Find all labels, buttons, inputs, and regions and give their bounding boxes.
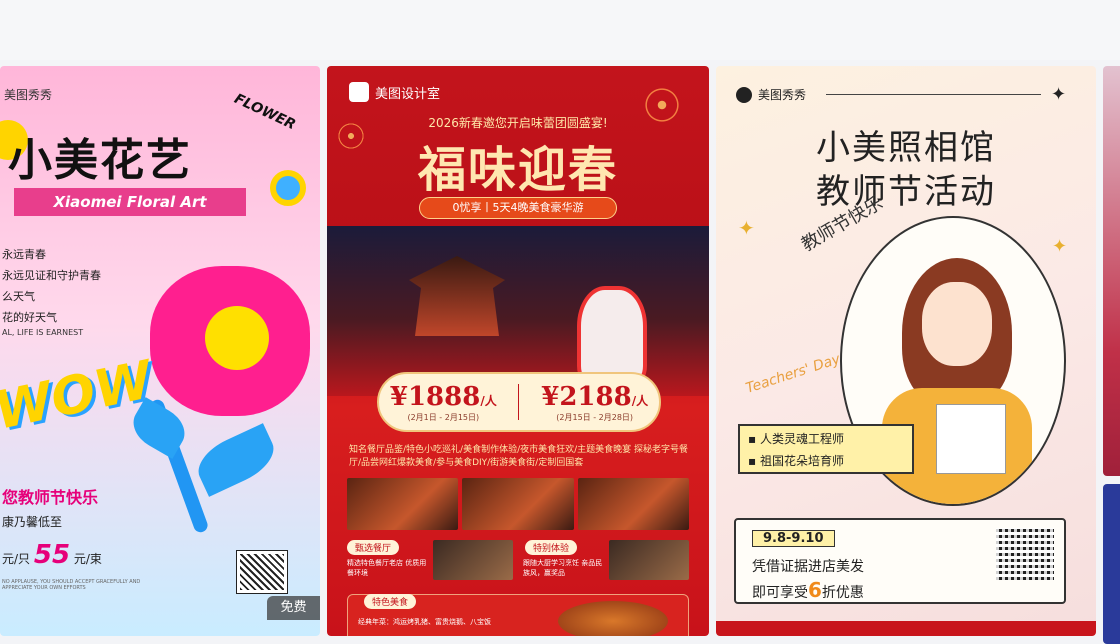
qr-code [996,528,1054,580]
template-card-partial[interactable] [1103,484,1120,644]
price-suffix: 元/束 [73,552,102,566]
info-line-2: 即可享受6折优惠 [752,578,864,602]
restaurant-thumb [433,540,513,580]
divider [518,384,520,420]
price-bar: ¥1888/人 (2月1日 - 2月15日) ¥2188/人 (2月15日 - … [377,372,661,432]
food-photo [462,478,574,530]
label-experience: 特别体验 [525,540,578,555]
top-bar [0,0,1120,60]
info-box: 9.8-9.10 凭借证据进店美发 即可享受6折优惠 [734,518,1066,604]
tagline-pill: 0忧享丨5天4晚美食豪华游 [419,197,617,219]
sparkle-icon: ✦ [1052,236,1068,257]
header-line [826,94,1041,95]
line-3: 么天气 [2,290,35,303]
template-card-teacher[interactable]: 美图秀秀 ✦ 小美照相馆 教师节活动 ✦ ✦ 教师节快乐 Teachers' D… [716,66,1096,636]
template-card-partial[interactable] [1103,66,1120,476]
line-4: 花的好天气 [2,311,57,324]
tag-1: ▪ 人类灵魂工程师 [748,432,844,446]
food-text: 经典年菜：鸿运烤乳猪、富贵烧鹅、八宝饭 [358,618,491,626]
price-option-1: ¥1888/人 (2月1日 - 2月15日) [390,382,497,423]
leaf-icon [190,423,282,497]
brand-name: 美图设计室 [375,86,441,102]
price-line: 元/只 55 元/束 [2,540,102,570]
experience-row: 甄选餐厅 精选特色餐厅老店 优质用餐环境 特别体验 跟随大厨学习烹饪 亲品民族风… [347,540,689,584]
card-title: 小美花艺 [8,135,192,186]
tag-2: ▪ 祖国花朵培育师 [748,454,844,468]
sparkle-icon: ✦ [1051,84,1067,105]
qr-code [236,550,288,594]
small-english: AL, LIFE IS EARNEST [2,328,84,337]
card-title: 福味迎春 [417,142,618,198]
greeting: 您教师节快乐 [2,488,99,507]
english-title-pill: Xiaomei Floral Art [14,188,246,216]
card-brand: 美图秀秀 [736,86,806,103]
date-range: 9.8-9.10 [752,530,835,547]
subtitle: 康乃馨低至 [2,515,63,529]
card-brand: 美图设计室 [349,82,440,102]
script-text: Teachers' Day [743,351,843,397]
price-prefix: 元/只 [2,552,31,566]
pavilion-icon [409,256,505,336]
price-unit: /人 [631,393,649,408]
price-value: ¥2188 [541,381,632,412]
card-title-line2: 教师节活动 [816,172,996,212]
invite-text: 2026新春邀您开启味蕾团圆盛宴! [428,116,608,130]
card-lines: 永远青春 永远见证和守护青春 么天气 花的好天气 [2,244,101,328]
sparkle-icon: ✦ [738,216,755,240]
roast-duck-icon [558,601,668,636]
info-line-1: 凭借证据进店美发 [752,559,864,575]
price-unit: /人 [480,393,497,408]
description: 知名餐厅品鉴/特色小吃巡礼/美食制作体验/夜市美食狂欢/主题美食晚宴 探秘老字号… [349,445,688,468]
template-card-spring[interactable]: 美图设计室 2026新春邀您开启味蕾团圆盛宴! 福味迎春 0忧享丨5天4晚美食豪… [327,66,709,636]
paper-shape [936,404,1006,474]
lion-mascot-icon [577,286,647,386]
flower-center-icon [205,306,269,370]
label-restaurant: 甄选餐厅 [347,540,400,555]
food-photos [347,478,689,530]
line-2: 永远见证和守护青春 [2,269,101,282]
price-value: ¥1888 [389,381,481,412]
card-brand: 美图秀秀 [4,88,53,102]
footer-bar [716,621,1096,636]
price-option-2: ¥2188/人 (2月15日 - 2月28日) [541,382,648,423]
free-badge: 免费 [267,596,320,620]
blue-flower-icon [270,170,306,206]
face-shape [922,282,992,366]
flower-word: FLOWER [231,90,298,134]
restaurant-text: 精选特色餐厅老店 优质用餐环境 [347,559,427,577]
pavilion-scene-image [327,226,709,396]
food-photo [577,478,689,530]
brand-logo-icon [736,86,752,103]
brand-logo-icon [349,82,369,102]
line-1: 永远青春 [2,248,46,261]
template-card-floral[interactable]: 美图秀秀 小美花艺 FLOWER Xiaomei Floral Art 永远青春… [0,66,320,636]
chef-thumb [609,540,689,580]
card-title-line1: 小美照相馆 [816,128,996,168]
price-dates: (2月15日 - 2月28日) [556,412,634,422]
experience-text: 跟随大厨学习烹饪 亲品民族风，赢奖品 [523,559,603,577]
price-value: 55 [33,540,71,570]
food-photo [347,478,459,530]
tag-box: ▪ 人类灵魂工程师 ▪ 祖国花朵培育师 [738,424,914,474]
tiny-text: NO APPLAUSE, YOU SHOULD ACCEPT GRACEFULL… [2,579,141,591]
brand-name: 美图秀秀 [758,88,807,102]
label-food: 特色美食 [364,594,417,609]
price-dates: (2月1日 - 2月15日) [407,412,480,422]
